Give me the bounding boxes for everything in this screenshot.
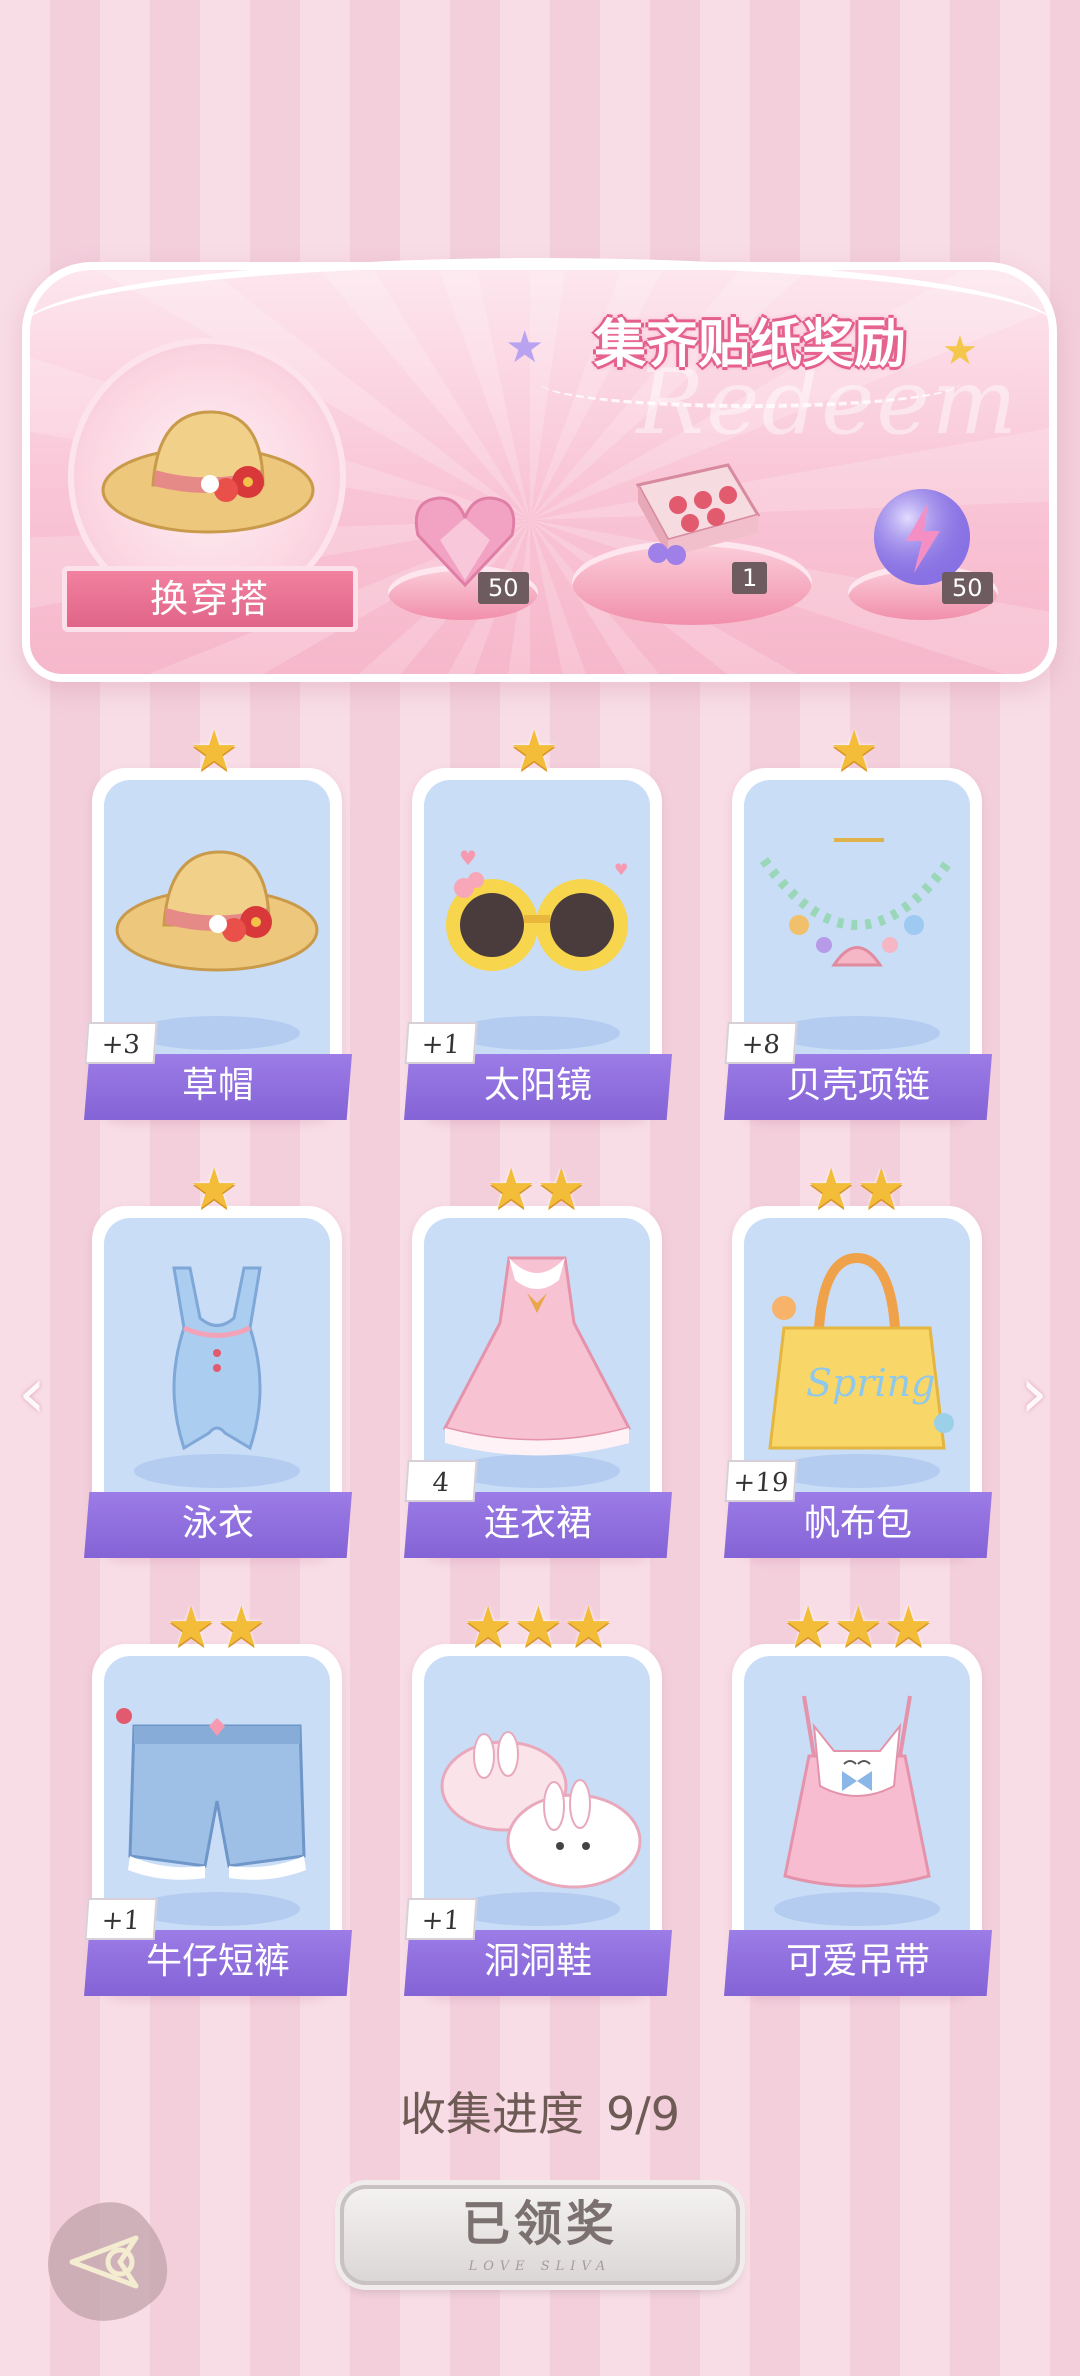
star-icon: ★ — [783, 1595, 834, 1660]
star-rating: ★ — [189, 724, 239, 780]
dress-icon — [442, 1256, 632, 1456]
card-art-area — [744, 1656, 970, 1956]
star-icon: ★ — [856, 1157, 907, 1222]
star-icon: ★ — [883, 1595, 934, 1660]
progress-label: 收集进度 — [399, 2087, 584, 2141]
change-outfit-button[interactable]: 换穿搭 — [62, 566, 358, 632]
claim-button-subtext: LOVE SLIVA — [468, 2259, 612, 2274]
star-rating: ★ ★ — [486, 1162, 586, 1218]
purple-star-icon: ★ — [505, 322, 545, 373]
back-arrow-icon — [69, 2235, 139, 2289]
star-rating: ★ ★ — [806, 1162, 906, 1218]
duplicate-count-tag: +1 — [84, 1898, 158, 1940]
prev-page-arrow-icon[interactable]: ‹ — [18, 1352, 46, 1434]
gold-star-icon: ★ — [942, 328, 978, 374]
straw-hat-icon — [101, 410, 315, 534]
canvas-bag-icon: Spring — [768, 1252, 954, 1450]
star-rating: ★ — [509, 724, 559, 780]
duplicate-count-tag: +19 — [724, 1460, 798, 1502]
star-rating: ★ — [189, 1162, 239, 1218]
duplicate-count-tag: +1 — [404, 1022, 478, 1064]
duplicate-count-tag: +8 — [724, 1022, 798, 1064]
cute-camisole-icon — [783, 1695, 931, 1888]
star-icon: ★ — [806, 1157, 857, 1222]
sunglasses-icon: ♥ ♥ — [446, 846, 628, 971]
svg-text:♥: ♥ — [459, 846, 477, 870]
progress-value: 9/9 — [605, 2087, 681, 2141]
star-icon: ★ — [189, 1157, 240, 1222]
gift-box-icon — [635, 463, 761, 565]
star-icon: ★ — [563, 1595, 614, 1660]
star-icon: ★ — [536, 1157, 587, 1222]
duplicate-count-tag: +1 — [404, 1898, 478, 1940]
star-icon: ★ — [509, 719, 560, 784]
star-icon: ★ — [189, 719, 240, 784]
clogs-icon — [440, 1731, 642, 1889]
reward-count: 1 — [732, 562, 768, 594]
star-icon: ★ — [166, 1595, 217, 1660]
banner-title: 集齐贴纸奖励 — [593, 315, 906, 375]
star-rating: ★ — [829, 724, 879, 780]
reward-count: 50 — [942, 572, 993, 604]
reward-count: 50 — [478, 572, 529, 604]
claim-button-label: 已领奖 — [461, 2196, 618, 2252]
duplicate-count-tag: 4 — [404, 1460, 478, 1502]
star-rating: ★ ★ — [166, 1600, 266, 1656]
card-art-area — [104, 1218, 330, 1518]
item-name: 可爱吊带 — [724, 1930, 992, 1996]
star-icon: ★ — [513, 1595, 564, 1660]
claimed-button[interactable]: 已领奖 LOVE SLIVA — [340, 2185, 740, 2285]
star-icon: ★ — [216, 1595, 267, 1660]
star-icon: ★ — [829, 719, 880, 784]
collection-progress: 收集进度 9/9 — [0, 2078, 1080, 2144]
star-rating: ★ ★ ★ — [463, 1600, 614, 1656]
duplicate-count-tag: +3 — [84, 1022, 158, 1064]
star-icon: ★ — [486, 1157, 537, 1222]
shell-necklace-icon — [759, 838, 955, 967]
star-icon: ★ — [833, 1595, 884, 1660]
next-page-arrow-icon[interactable]: › — [1020, 1352, 1048, 1434]
straw-hat-icon — [115, 850, 319, 972]
star-icon: ★ — [463, 1595, 514, 1660]
star-rating: ★ ★ ★ — [783, 1600, 934, 1656]
denim-shorts-icon — [116, 1708, 306, 1880]
svg-text:♥: ♥ — [614, 860, 628, 879]
swimsuit-icon — [172, 1266, 262, 1451]
bag-print-text: Spring — [806, 1361, 935, 1405]
item-name: 泳衣 — [84, 1492, 352, 1558]
